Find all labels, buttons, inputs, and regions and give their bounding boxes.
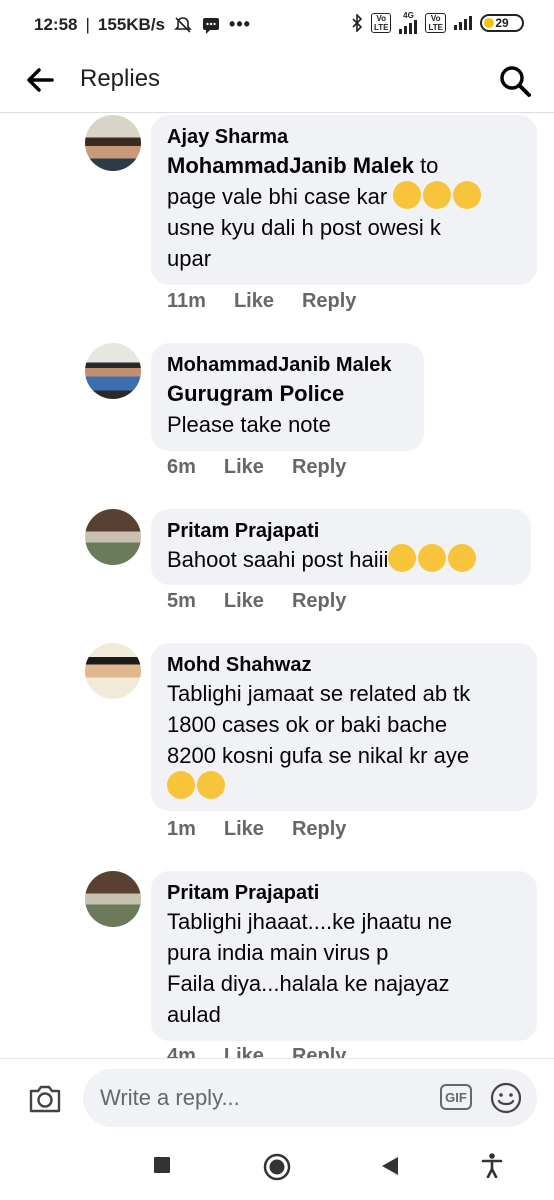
comment-text: Tablighi jamaat se related ab tk 1800 cas… (167, 678, 521, 802)
status-right: Vo LTE 4G Vo LTE 29 (351, 12, 524, 34)
like-button[interactable]: Like (224, 456, 264, 479)
bluetooth-icon (352, 14, 363, 32)
comment-text: Gurugram Police Please take note (167, 381, 345, 437)
back-icon[interactable] (381, 1156, 399, 1176)
emoji-icon[interactable] (489, 1081, 523, 1115)
reply-button[interactable]: Reply (302, 290, 356, 313)
battery-icon: 29 (480, 14, 524, 32)
app-bar: Replies (0, 50, 554, 113)
comment-time: 5m (167, 590, 196, 612)
comment-bubble: Ajay Sharma MohammadJanib Malek to page v… (151, 115, 537, 285)
rofl-emoji-icon (453, 181, 482, 209)
message-icon (203, 17, 220, 34)
avatar[interactable] (85, 343, 141, 399)
system-nav-bar (0, 1136, 554, 1200)
comment-meta: 5m Like Reply (167, 590, 374, 613)
comment-author[interactable]: MohammadJanib Malek (167, 352, 408, 378)
status-left: 12:58 | 155KB/s ••• (34, 14, 251, 34)
gif-button[interactable]: GIF (440, 1084, 472, 1110)
comment-bubble: Pritam Prajapati Tablighi jhaaat....ke j… (151, 871, 537, 1041)
reply-composer: Write a reply... GIF (0, 1058, 554, 1137)
volte-icon: Vo LTE (370, 13, 392, 33)
comment-author[interactable]: Pritam Prajapati (167, 880, 521, 906)
signal-icon (399, 20, 418, 34)
comment-bubble: MohammadJanib Malek Gurugram Police Pleas… (151, 343, 424, 451)
notification-muted-icon (174, 16, 192, 33)
back-arrow-icon[interactable] (24, 64, 56, 96)
avatar[interactable] (85, 115, 141, 171)
camera-icon[interactable] (26, 1079, 64, 1117)
laughing-emoji-icon (448, 544, 477, 572)
avatar[interactable] (85, 509, 141, 565)
comment-author[interactable]: Pritam Prajapati (167, 518, 515, 544)
comment-mention[interactable]: MohammadJanib Malek (167, 153, 414, 178)
avatar[interactable] (85, 871, 141, 927)
like-button[interactable]: Like (234, 290, 274, 313)
comment-meta: 11m Like Reply (167, 290, 384, 313)
accessibility-icon[interactable] (481, 1152, 503, 1178)
comment-bubble: Pritam Prajapati Bahoot saahi post haiii (151, 509, 531, 585)
comment-time: 1m (167, 818, 196, 840)
laughing-emoji-icon (418, 544, 447, 572)
avatar[interactable] (85, 643, 141, 699)
signal-type-label: 4G (403, 11, 414, 20)
comment-author[interactable]: Ajay Sharma (167, 124, 521, 150)
comment-text: Bahoot saahi post haiii (167, 544, 515, 575)
like-button[interactable]: Like (224, 590, 264, 613)
comment-text: MohammadJanib Malek to page vale bhi case… (167, 150, 521, 274)
comment-time: 11m (167, 290, 206, 312)
status-bar: 12:58 | 155KB/s ••• Vo LTE 4G Vo LTE 29 (0, 0, 554, 50)
status-time: 12:58 (34, 14, 78, 34)
comment-bubble: Mohd Shahwaz Tablighi jamaat se related … (151, 643, 537, 811)
comment-text: Tablighi jhaaat....ke jhaatu ne pura indi… (167, 909, 452, 1027)
page-title: Replies (80, 65, 161, 92)
search-icon[interactable] (498, 64, 532, 98)
reply-placeholder: Write a reply... (100, 1085, 240, 1110)
volte-icon-2: Vo LTE (425, 13, 446, 33)
reply-button[interactable]: Reply (292, 818, 346, 841)
reply-button[interactable]: Reply (292, 590, 346, 613)
reply-button[interactable]: Reply (292, 456, 346, 479)
network-speed: 155KB/s (97, 14, 166, 34)
comment-author[interactable]: Mohd Shahwaz (167, 652, 521, 678)
like-button[interactable]: Like (224, 818, 264, 841)
laughing-emoji-icon (393, 181, 422, 209)
battery-level: 29 (495, 16, 509, 30)
thinking-emoji-icon (167, 771, 195, 799)
home-icon[interactable] (263, 1153, 291, 1181)
comment-mention[interactable]: Gurugram Police (167, 381, 344, 406)
reply-input[interactable]: Write a reply... GIF (83, 1069, 537, 1127)
comment-meta: 1m Like Reply (167, 818, 374, 841)
thinking-emoji-icon (197, 771, 225, 799)
laughing-emoji-icon (388, 544, 417, 572)
more-notifications-icon: ••• (229, 14, 251, 34)
recent-apps-icon[interactable] (153, 1156, 171, 1174)
signal-icon-2 (454, 16, 472, 30)
comment-time: 6m (167, 456, 196, 478)
comment-meta: 6m Like Reply (167, 456, 374, 479)
laughing-emoji-icon (423, 181, 452, 209)
